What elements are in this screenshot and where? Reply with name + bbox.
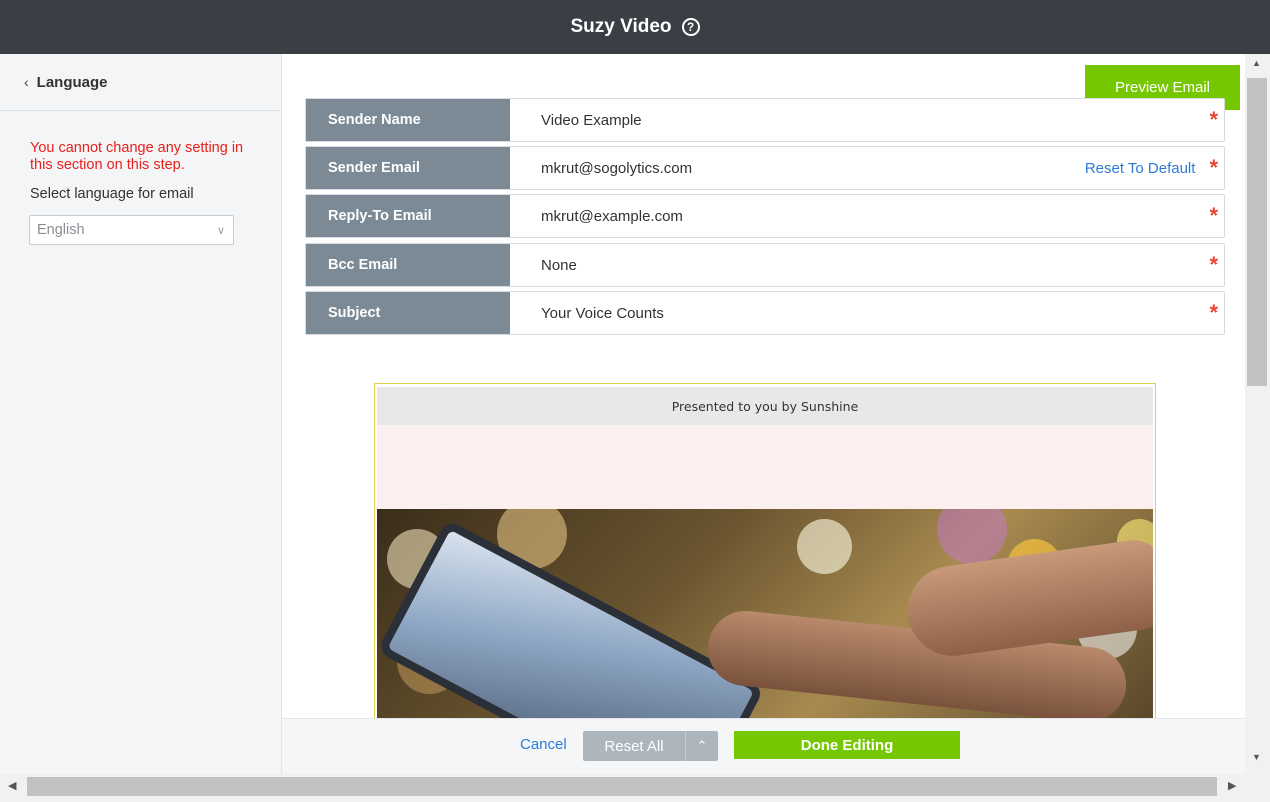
email-preview[interactable]: Presented to you by Sunshine (374, 383, 1156, 774)
reset-all-button[interactable]: Reset All (583, 731, 686, 761)
sidebar-title: Language (36, 73, 108, 91)
required-asterisk-icon: * (1209, 252, 1218, 277)
warning-message: You cannot change any setting in this se… (30, 140, 244, 173)
field-row-bcc-email: Bcc Email None * (305, 243, 1225, 287)
reset-all-split-button: Reset All ⌃ (583, 731, 718, 761)
reset-to-default-link[interactable]: Reset To Default (1085, 160, 1196, 177)
bokeh-light (937, 509, 1007, 564)
field-row-sender-name: Sender Name Video Example * (305, 98, 1225, 142)
scroll-down-icon[interactable]: ▼ (1252, 752, 1261, 762)
field-label: Reply-To Email (306, 195, 510, 237)
bcc-email-field[interactable]: None (510, 257, 1209, 274)
main-content: Preview Email Sender Name Video Example … (282, 54, 1245, 774)
app-title: Suzy Video (570, 16, 672, 37)
email-banner-area (377, 425, 1153, 509)
vertical-scrollbar[interactable]: ▲ ▼ (1245, 54, 1270, 774)
done-editing-button[interactable]: Done Editing (734, 731, 960, 759)
language-select[interactable]: English ∨ (29, 215, 234, 245)
reply-to-email-field[interactable]: mkrut@example.com (510, 208, 1209, 225)
field-label: Sender Name (306, 99, 510, 141)
field-row-reply-to-email: Reply-To Email mkrut@example.com * (305, 194, 1225, 238)
field-label: Bcc Email (306, 244, 510, 286)
scroll-right-icon[interactable]: ▶ (1228, 779, 1236, 792)
required-asterisk-icon: * (1209, 203, 1218, 228)
help-icon[interactable]: ? (681, 18, 700, 36)
scroll-left-icon[interactable]: ◀ (8, 779, 16, 792)
app-header: Suzy Video ? (0, 0, 1270, 54)
language-select-value: English (37, 222, 85, 238)
chevron-up-icon[interactable]: ⌃ (686, 731, 718, 761)
horizontal-scroll-thumb[interactable] (27, 777, 1217, 796)
required-asterisk-icon: * (1209, 155, 1218, 180)
required-asterisk-icon: * (1209, 300, 1218, 325)
sidebar-back-link[interactable]: ‹ Language (0, 54, 281, 111)
bokeh-light (797, 519, 852, 574)
subject-field[interactable]: Your Voice Counts (510, 305, 1209, 322)
scroll-up-icon[interactable]: ▲ (1252, 58, 1261, 68)
language-select-label: Select language for email (30, 186, 194, 202)
required-asterisk-icon: * (1209, 107, 1218, 132)
field-row-sender-email: Sender Email mkrut@sogolytics.com Reset … (305, 146, 1225, 190)
field-row-subject: Subject Your Voice Counts * (305, 291, 1225, 335)
cancel-button[interactable]: Cancel (520, 736, 567, 753)
sender-email-field[interactable]: mkrut@sogolytics.com (510, 160, 1085, 177)
sender-name-field[interactable]: Video Example (510, 112, 1209, 129)
email-header-text: Presented to you by Sunshine (377, 387, 1153, 425)
chevron-down-icon: ∨ (216, 224, 225, 237)
horizontal-scrollbar[interactable]: ◀ ▶ (0, 774, 1270, 802)
footer-action-bar: Cancel Reset All ⌃ Done Editing (282, 718, 1245, 774)
field-label: Subject (306, 292, 510, 334)
field-label: Sender Email (306, 147, 510, 189)
vertical-scroll-thumb[interactable] (1247, 78, 1267, 386)
sidebar: ‹ Language You cannot change any setting… (0, 54, 282, 774)
chevron-left-icon: ‹ (24, 74, 29, 90)
